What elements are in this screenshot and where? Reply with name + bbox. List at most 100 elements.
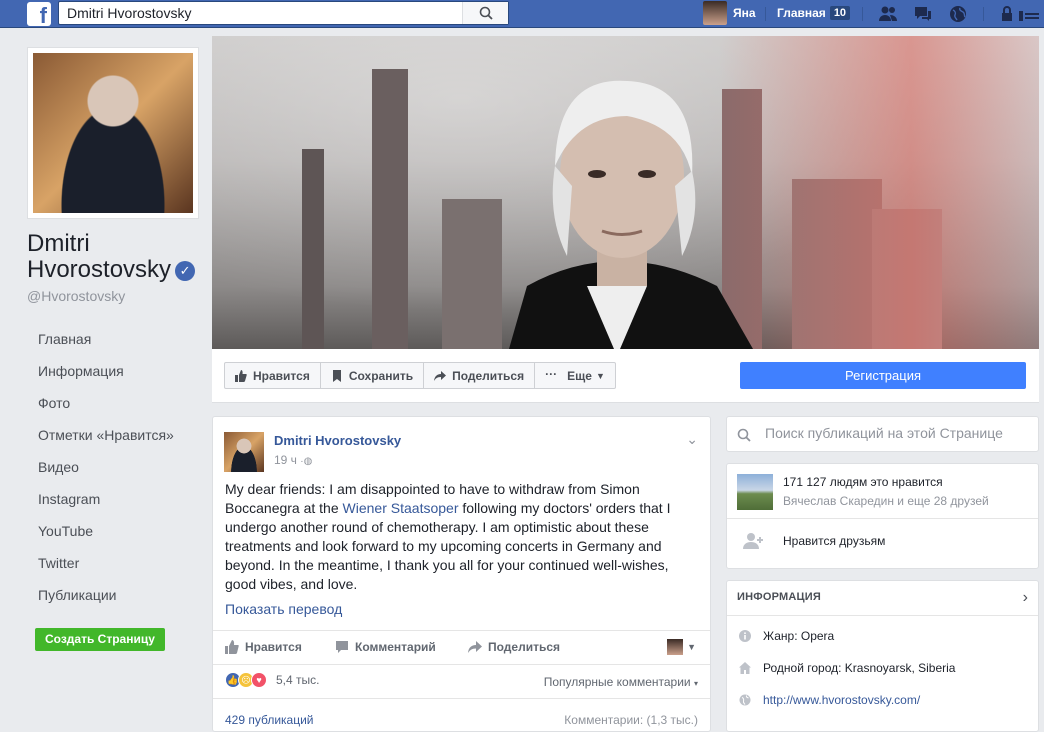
create-page-button[interactable]: Создать Страницу [35,628,165,651]
avatar [703,1,727,25]
info-hometown-text: Родной город: Krasnoyarsk, Siberia [763,661,956,675]
info-title[interactable]: ИНФОРМАЦИЯ [737,591,821,603]
chevron-right-icon[interactable]: › [1023,589,1028,607]
likes-count[interactable]: 171 127 людям это нравится [783,475,943,489]
messages-icon[interactable] [913,5,933,23]
search-box [58,1,509,25]
cover-tower [302,149,324,349]
page-name: Dmitri Hvorostovsky [27,230,172,283]
nav-item-youtube[interactable]: YouTube [38,523,174,555]
see-translation-link[interactable]: Показать перевод [225,601,342,617]
post-actions-bar: Нравится Комментарий Поделиться ▼ [213,630,710,665]
post-like-label: Нравится [245,640,302,654]
divider [727,518,1038,519]
bookmark-icon [332,369,341,382]
save-page-label: Сохранить [348,368,414,383]
nav-item-instagram[interactable]: Instagram [38,491,174,523]
cover-photo[interactable] [212,36,1039,349]
likes-friends[interactable]: Вячеслав Скаредин и еще 28 друзей [783,494,989,508]
page-posts-search [726,416,1039,452]
post-options-chevron-icon[interactable]: ⌄ [686,431,698,448]
nav-item-videos[interactable]: Видео [38,459,174,491]
save-page-button[interactable]: Сохранить [321,363,425,388]
avatar [667,639,684,655]
comment-icon [336,641,348,653]
post-comment-button[interactable]: Комментарий [335,640,436,654]
thumbs-up-icon [235,369,247,382]
divider [983,7,984,21]
post-share-button[interactable]: Поделиться [468,640,560,654]
post-like-button[interactable]: Нравится [225,640,302,654]
more-label: Еще [567,368,592,383]
reactions-count: 5,4 тыс. [276,673,320,687]
home-label: Главная [777,6,826,20]
divider [765,7,766,21]
post-timestamp[interactable]: 19 ч ·◍ [274,453,312,467]
top-user-link[interactable]: Яна [703,1,756,25]
user-name: Яна [733,6,756,20]
info-hometown: Родной город: Krasnoyarsk, Siberia [739,661,955,675]
cover-portrait [509,80,753,349]
page-sidebar: Dmitri Hvorostovsky ✓ @Hvorostovsky Главн… [0,36,212,732]
post-share-label: Поделиться [488,640,561,654]
friends-like-link[interactable]: Нравится друзьям [783,534,885,548]
search-input[interactable] [59,2,459,24]
share-arrow-icon [468,641,482,653]
page-nav: Главная Информация Фото Отметки «Нравитс… [38,331,174,619]
verified-badge-icon: ✓ [175,260,196,281]
chevron-down-icon: ▼ [595,370,605,381]
page-posts-search-input[interactable] [765,425,1030,441]
privacy-lock-icon[interactable] [1000,5,1014,23]
profile-picture[interactable] [27,47,199,219]
comment-sort-dropdown[interactable]: Популярные комментарии ▾ [544,675,698,689]
love-reaction-icon: ♥ [251,672,267,688]
page-title[interactable]: Dmitri Hvorostovsky ✓ [27,231,212,283]
home-icon [739,662,751,674]
post-author-name[interactable]: Dmitri Hvorostovsky [274,433,401,448]
nav-item-about[interactable]: Информация [38,363,174,395]
nav-item-home[interactable]: Главная [38,331,174,363]
ellipsis-icon: ··· [545,366,558,381]
post-as-selector[interactable]: ▼ [667,639,696,655]
facebook-logo-icon[interactable]: f [27,2,51,26]
nav-item-twitter[interactable]: Twitter [38,555,174,587]
nav-item-photos[interactable]: Фото [38,395,174,427]
page-handle[interactable]: @Hvorostovsky [27,288,125,304]
chevron-down-icon: ▼ [687,642,696,652]
post-footer: 429 публикаций Комментарии: (1,3 тыс.) [213,698,710,727]
likes-box: 171 127 людям это нравится Вячеслав Скар… [726,463,1039,569]
cover-tower [372,69,408,349]
notifications-globe-icon[interactable] [948,5,968,23]
profile-photo [33,53,193,213]
info-genre-text: Жанр: Opera [763,629,835,643]
post-author-avatar[interactable] [224,432,264,472]
website-link[interactable]: http://www.hvorostovsky.com/ [763,693,920,707]
globe-icon: ·◍ [300,456,313,467]
globe-icon [739,694,751,706]
post-card: Dmitri Hvorostovsky 19 ч ·◍ ⌄ My dear fr… [212,416,711,732]
comments-count[interactable]: Комментарии: (1,3 тыс.) [564,713,698,727]
publications-count-link[interactable]: 429 публикаций [225,713,314,727]
search-icon [479,6,493,20]
likes-thumbnail[interactable] [737,474,773,510]
share-page-button[interactable]: Поделиться [424,363,536,388]
post-time-text: 19 ч [274,453,297,467]
reactions-summary[interactable]: 👍 ☹ ♥ 5,4 тыс. [225,672,319,688]
share-arrow-icon [434,370,447,381]
search-button[interactable] [462,2,508,24]
comment-sort-label: Популярные комментарии [543,675,691,689]
post-text-link[interactable]: Wiener Staatsoper [343,500,459,516]
account-menu-icon[interactable] [1018,5,1040,23]
more-button[interactable]: ··· Еще ▼ [535,363,615,388]
register-button[interactable]: Регистрация [740,362,1026,389]
post-comment-label: Комментарий [355,640,436,654]
chevron-down-icon: ▾ [693,679,698,688]
nav-item-posts[interactable]: Публикации [38,587,174,619]
like-page-button[interactable]: Нравится [225,363,321,388]
nav-item-likes[interactable]: Отметки «Нравится» [38,427,174,459]
divider [862,7,863,21]
info-box: ИНФОРМАЦИЯ › Жанр: Opera Родной город: K… [726,580,1039,732]
home-link[interactable]: Главная 10 [777,6,851,20]
friend-requests-icon[interactable] [878,5,898,23]
top-bar: f Яна Главная 10 [0,0,1044,28]
